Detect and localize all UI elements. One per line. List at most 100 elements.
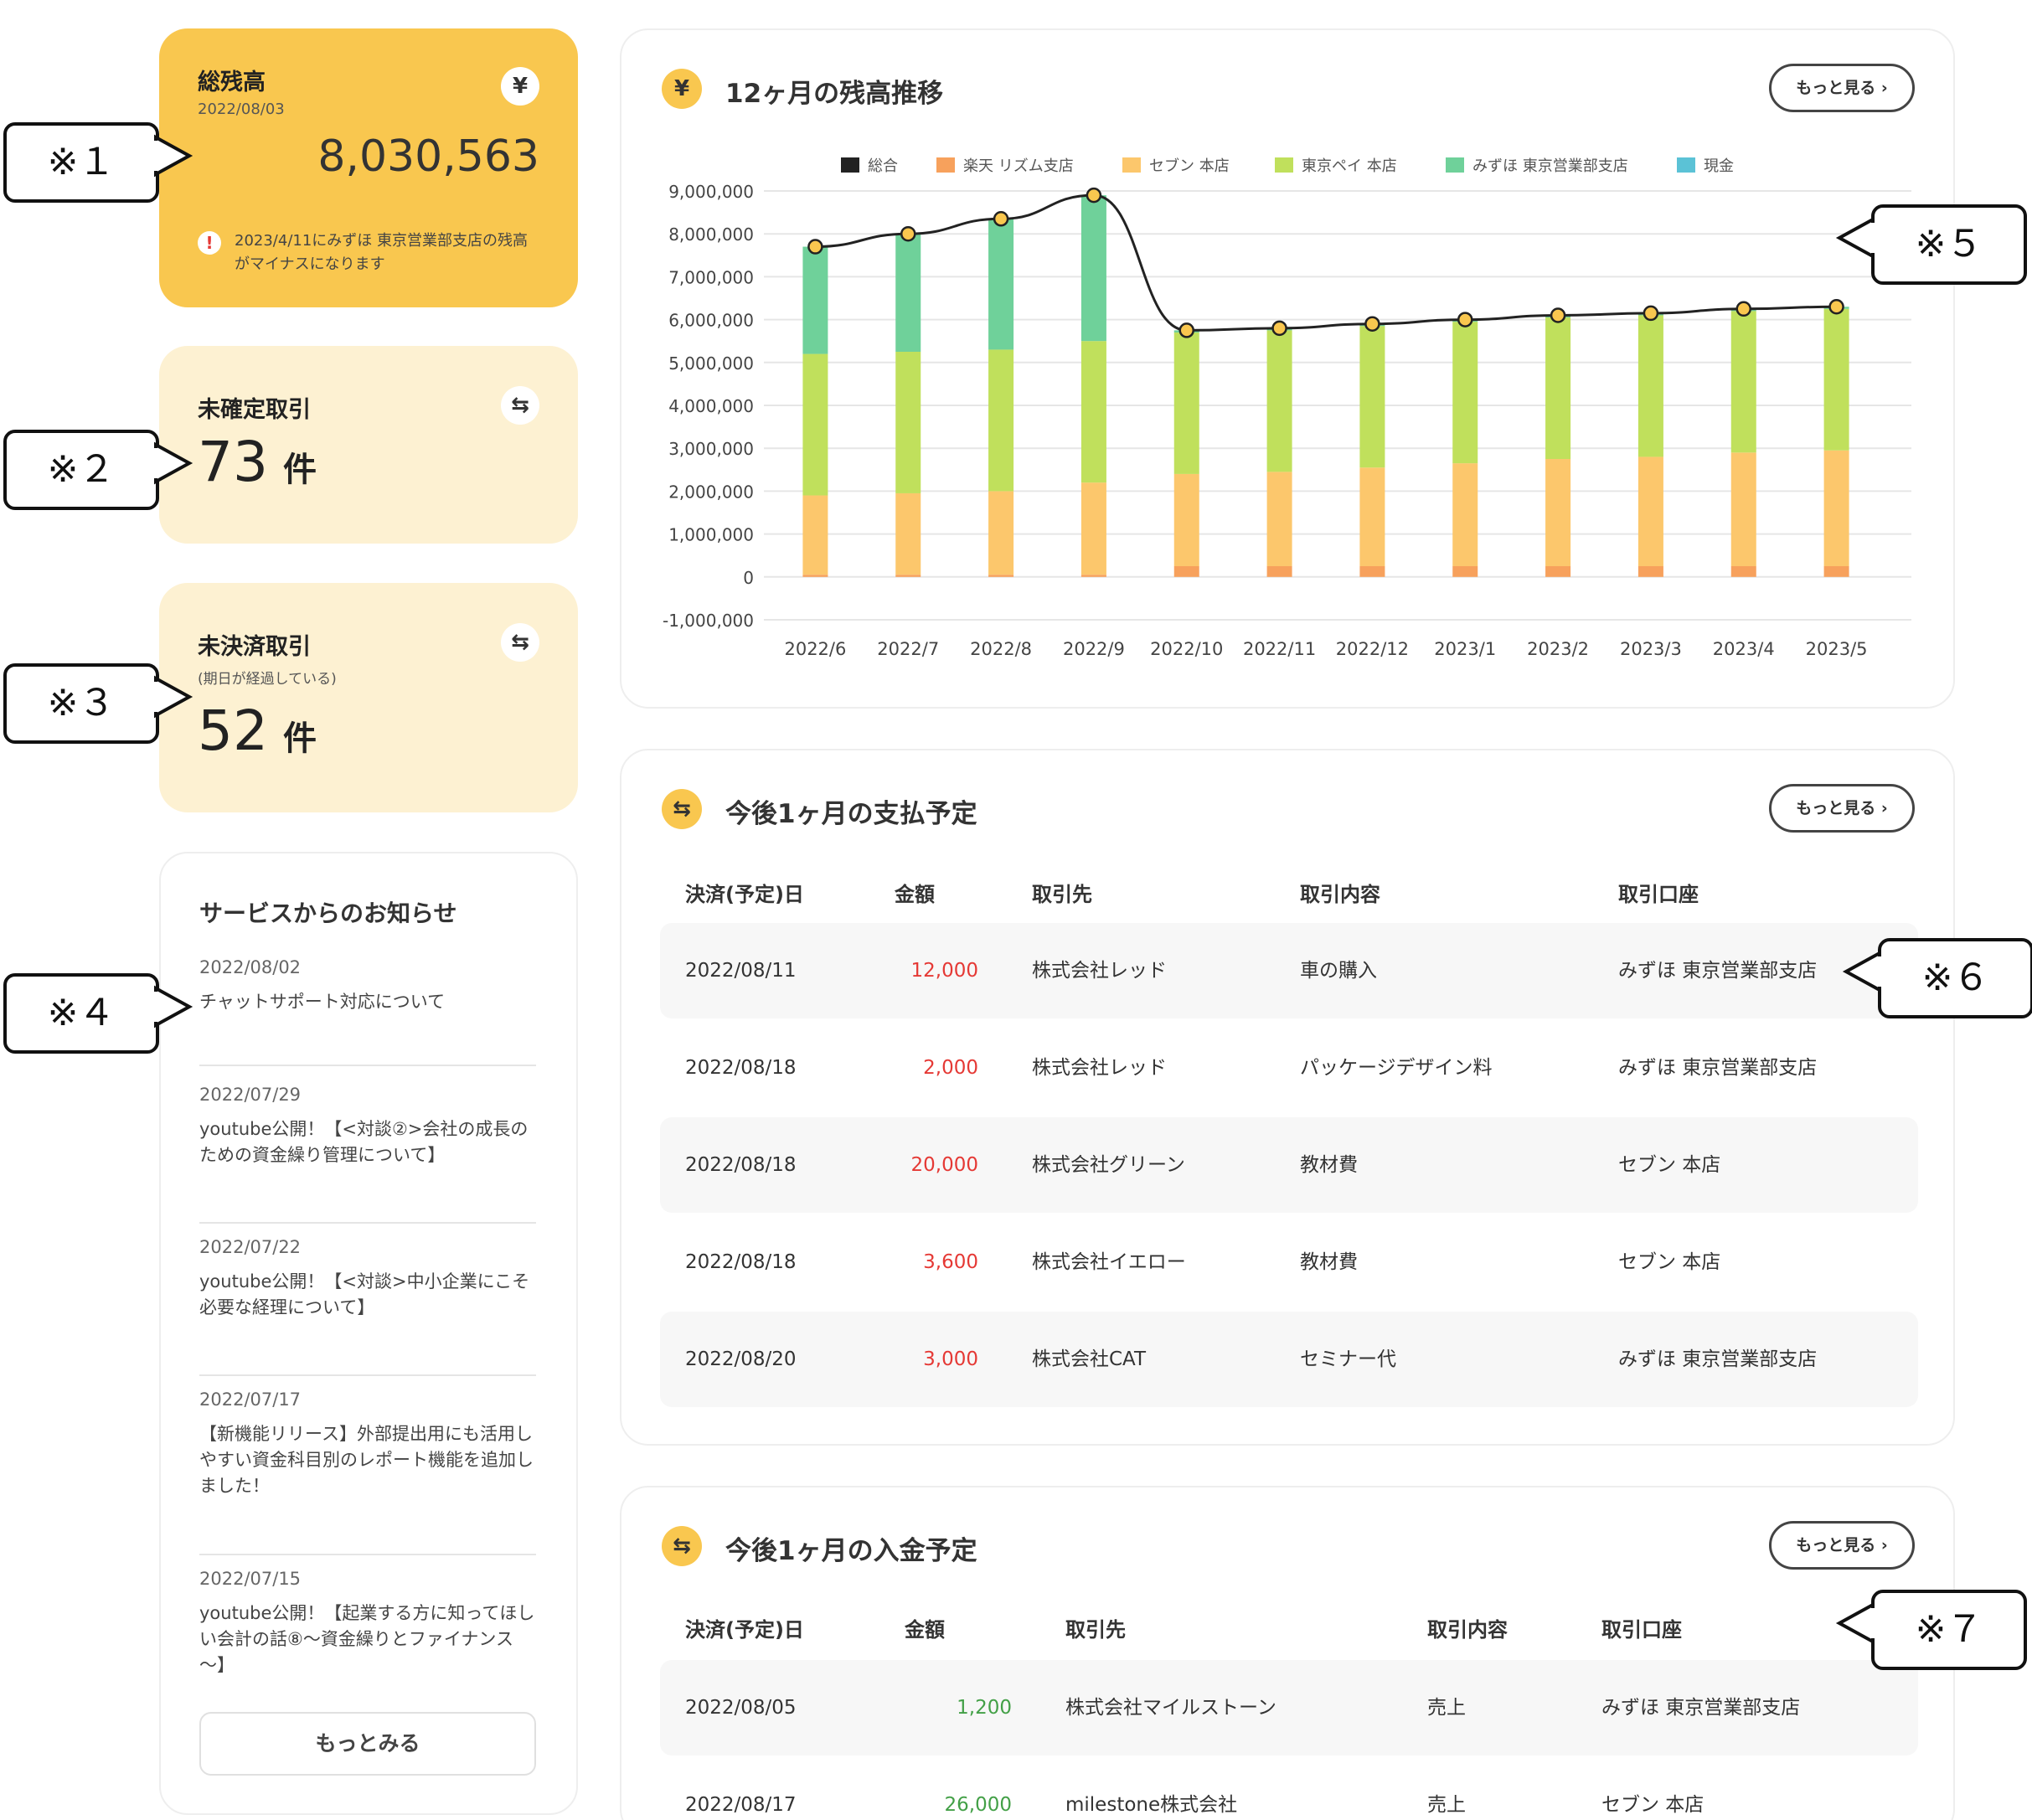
y-tick-label: 3,000,000 — [668, 439, 754, 459]
callout-4: ※４ — [3, 973, 193, 1054]
x-tick-label: 2022/12 — [1336, 639, 1409, 659]
exchange-icon: ⇆ — [662, 1526, 702, 1566]
callout-7: ※７ — [1835, 1590, 2027, 1670]
bar-segment — [1637, 566, 1663, 577]
bar-segment — [988, 491, 1014, 575]
bar-segment — [1823, 308, 1849, 451]
total-point — [1828, 298, 1844, 315]
total-balance-title: 総残高 — [198, 70, 266, 95]
col-header-amount: 金額 — [905, 1618, 945, 1642]
yen-icon: ¥ — [501, 67, 539, 106]
bar-segment — [1173, 566, 1199, 577]
balance-warning-text: 2023/4/11にみずほ 東京営業部支店の残高がマイナスになります — [235, 232, 529, 273]
bar-segment — [1637, 315, 1663, 457]
total-point — [1735, 301, 1751, 317]
unsettled-count: 52 件 — [198, 699, 317, 763]
unconfirmed-transactions-card[interactable]: 未確定取引 ⇆ 73 件 — [159, 346, 578, 544]
bar-segment — [988, 219, 1014, 350]
bar-segment — [1823, 450, 1849, 566]
bar-segment — [1823, 566, 1849, 577]
total-point — [1086, 187, 1102, 204]
news-card: サービスからのお知らせ 2022/08/02 チャットサポート対応について 20… — [159, 852, 578, 1815]
y-tick-label: -1,000,000 — [663, 611, 754, 631]
table-row[interactable]: 2022/08/18 3,600 株式会社イエロー 教材費 セブン 本店 — [660, 1214, 1918, 1310]
unsettled-transactions-card[interactable]: 未決済取引 (期日が経過している) ⇆ 52 件 — [159, 583, 578, 812]
bar-segment — [1545, 459, 1571, 566]
legend-label: 現金 — [1704, 157, 1734, 175]
x-tick-label: 2022/11 — [1243, 639, 1316, 659]
total-line — [815, 193, 1837, 332]
table-row[interactable]: 2022/08/18 20,000 株式会社グリーン 教材費 セブン 本店 — [660, 1117, 1918, 1213]
total-point — [1550, 307, 1566, 323]
legend-swatch — [1677, 157, 1695, 173]
x-tick-label: 2022/10 — [1150, 639, 1223, 659]
y-tick-label: 7,000,000 — [668, 267, 754, 287]
unsettled-subtitle: (期日が経過している) — [198, 671, 337, 688]
y-tick-label: 4,000,000 — [668, 396, 754, 416]
col-header-amount: 金額 — [895, 883, 935, 906]
bar-segment — [802, 495, 828, 575]
unconfirmed-count: 73 件 — [198, 430, 317, 494]
legend-label: 総合 — [868, 157, 898, 175]
news-item[interactable]: 2022/07/15 youtube公開！【起業する方に知ってほしい会計の話⑧～… — [199, 1569, 536, 1688]
bar-segment — [1266, 566, 1292, 577]
bar-segment — [1545, 317, 1571, 459]
table-row[interactable]: 2022/08/05 1,200 株式会社マイルストーン 売上 みずほ 東京営業… — [660, 1660, 1918, 1756]
bar-segment — [895, 352, 921, 493]
news-item[interactable]: 2022/07/29 youtube公開！【<対談②>会社の成長のための資金繰り… — [199, 1085, 536, 1224]
news-item[interactable]: 2022/08/02 チャットサポート対応について — [199, 957, 536, 1066]
legend-label: 楽天 リズム支店 — [963, 157, 1074, 175]
bar-segment — [1359, 326, 1385, 468]
bar-segment — [895, 492, 921, 575]
legend-swatch — [936, 157, 955, 173]
bar-segment — [1637, 456, 1663, 566]
y-tick-label: 8,000,000 — [668, 224, 754, 245]
bar-segment — [1266, 472, 1292, 566]
bar-segment — [1173, 332, 1199, 474]
bar-segment — [895, 234, 921, 352]
bar-segment — [1730, 311, 1756, 453]
exchange-icon: ⇆ — [501, 386, 539, 425]
bar-segment — [1452, 463, 1478, 566]
bar-segment — [1080, 195, 1106, 342]
total-point — [807, 239, 823, 255]
income-schedule-panel: ⇆ 今後1ヶ月の入金予定 もっと見る › 決済(予定)日 金額 取引先 取引内容… — [620, 1486, 1955, 1820]
y-tick-label: 9,000,000 — [668, 182, 754, 202]
total-balance-date: 2022/08/03 — [198, 101, 285, 118]
bar-segment — [1730, 452, 1756, 566]
table-row[interactable]: 2022/08/17 26,000 milestone株式会社 売上 セブン 本… — [660, 1757, 1918, 1820]
callout-5: ※５ — [1835, 204, 2027, 285]
bar-segment — [988, 349, 1014, 492]
total-balance-card: 総残高 2022/08/03 ¥ 8,030,563 ! 2023/4/11にみ… — [159, 28, 578, 307]
income-more-button[interactable]: もっと見る › — [1769, 1521, 1915, 1570]
col-header-account: 取引口座 — [1601, 1618, 1682, 1642]
payment-more-button[interactable]: もっと見る › — [1769, 784, 1915, 833]
col-header-content: 取引内容 — [1300, 883, 1380, 906]
balance-chart: 9,000,000 8,000,000 7,000,000 6,000,000 5,00… — [663, 157, 1911, 659]
legend-swatch — [841, 157, 859, 173]
x-tick-label: 2023/4 — [1713, 639, 1775, 659]
warning-icon: ! — [198, 231, 221, 255]
bar-segment — [1080, 341, 1106, 483]
y-tick-label: 5,000,000 — [668, 353, 754, 374]
total-point — [1364, 316, 1380, 332]
balance-chart-panel: ¥ 12ヶ月の残高推移 もっと見る › 9,000,000 8,000,000 7,… — [620, 28, 1955, 709]
table-row[interactable]: 2022/08/11 12,000 株式会社レッド 車の購入 みずほ 東京営業部… — [660, 923, 1918, 1018]
news-more-button[interactable]: もっとみる — [199, 1712, 536, 1776]
col-header-date: 決済(予定)日 — [685, 1618, 804, 1642]
total-point — [993, 211, 1009, 227]
exchange-icon: ⇆ — [501, 623, 539, 662]
x-tick-label: 2022/7 — [877, 639, 939, 659]
x-tick-label: 2022/8 — [970, 639, 1032, 659]
x-tick-label: 2023/2 — [1527, 639, 1589, 659]
total-point — [1643, 305, 1659, 322]
table-row[interactable]: 2022/08/18 2,000 株式会社レッド パッケージデザイン料 みずほ … — [660, 1020, 1918, 1116]
news-item[interactable]: 2022/07/17 【新機能リリース】外部提出用にも活用しやすい資金科目別のレ… — [199, 1389, 536, 1555]
table-row[interactable]: 2022/08/20 3,000 株式会社CAT セミナー代 みずほ 東京営業部… — [660, 1312, 1918, 1407]
bar-segment — [1730, 566, 1756, 577]
bar-segment — [1266, 330, 1292, 472]
x-tick-label: 2022/9 — [1063, 639, 1125, 659]
news-item[interactable]: 2022/07/22 youtube公開！【<対談>中小企業にこそ必要な経理につ… — [199, 1237, 536, 1376]
income-schedule-title: 今後1ヶ月の入金予定 — [725, 1536, 977, 1566]
legend-swatch — [1122, 157, 1141, 173]
